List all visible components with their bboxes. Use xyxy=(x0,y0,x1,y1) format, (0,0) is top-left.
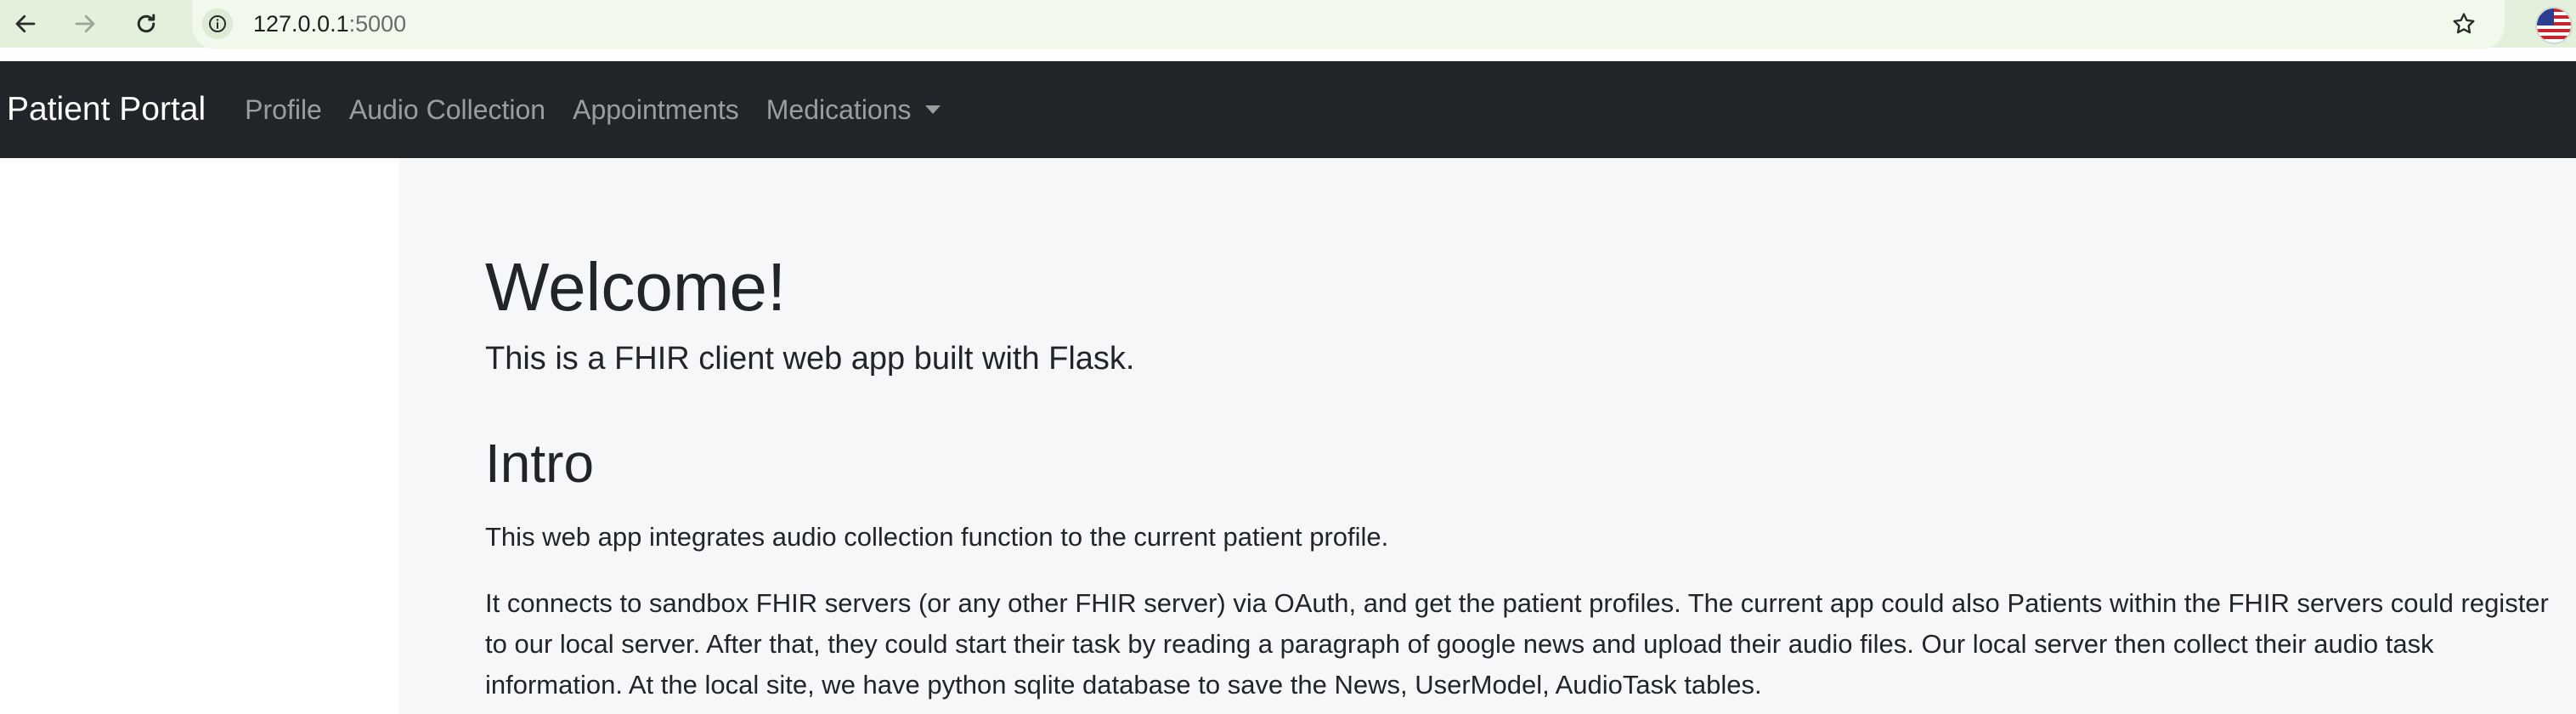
nav-link-medications-label: Medications xyxy=(765,94,912,125)
caret-down-icon xyxy=(924,105,941,114)
nav-dropdown-medications[interactable]: Medications xyxy=(753,94,954,126)
profile-button[interactable] xyxy=(2535,7,2573,44)
address-bar[interactable]: 127.0.0.1:5000 xyxy=(192,0,2505,49)
forward-arrow-icon xyxy=(75,14,95,33)
page-subtitle: This is a FHIR client web app built with… xyxy=(485,341,1135,377)
page-title: Welcome! xyxy=(485,249,787,325)
nav-link-appointments[interactable]: Appointments xyxy=(559,94,753,126)
star-icon xyxy=(2453,13,2475,34)
reload-icon xyxy=(137,14,155,33)
intro-heading: Intro xyxy=(485,433,595,494)
back-arrow-icon xyxy=(15,14,36,33)
app-navbar: Patient Portal Profile Audio Collection … xyxy=(0,61,2576,158)
nav-links: Profile Audio Collection Appointments Me… xyxy=(231,94,953,126)
nav-link-audio-collection[interactable]: Audio Collection xyxy=(336,94,559,126)
back-button[interactable] xyxy=(3,0,48,48)
bookmark-button[interactable] xyxy=(2449,8,2479,39)
sidebar xyxy=(0,158,399,714)
navbar-brand[interactable]: Patient Portal xyxy=(7,91,206,128)
intro-paragraph-2: It connects to sandbox FHIR servers (or … xyxy=(485,588,2549,700)
intro-paragraph-1: This web app integrates audio collection… xyxy=(485,522,1389,552)
info-icon xyxy=(209,15,226,32)
url-text[interactable]: 127.0.0.1:5000 xyxy=(253,10,406,37)
site-info-button[interactable] xyxy=(202,8,233,39)
main-content: Welcome! This is a FHIR client web app b… xyxy=(399,158,2576,714)
profile-flag-icon xyxy=(2537,8,2571,42)
browser-toolbar: 127.0.0.1:5000 xyxy=(0,0,2576,49)
reload-button[interactable] xyxy=(124,0,168,48)
url-port: :5000 xyxy=(348,11,407,37)
nav-link-profile[interactable]: Profile xyxy=(231,94,336,126)
url-host: 127.0.0.1 xyxy=(253,11,349,37)
forward-button[interactable] xyxy=(63,0,107,48)
